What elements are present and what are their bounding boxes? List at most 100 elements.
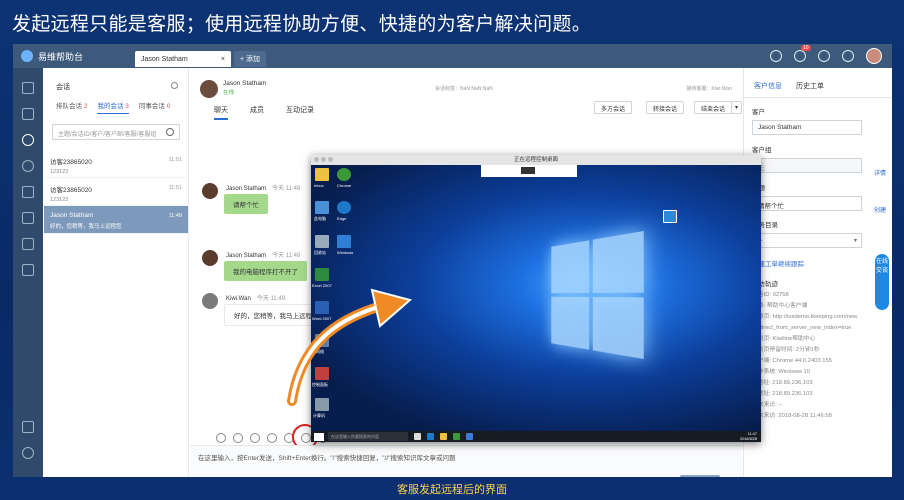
create-ticket-link[interactable]: 创建工单继续跟踪 [752,258,892,268]
tab-close-icon[interactable]: × [221,56,225,63]
list-item-selected[interactable]: Jason Statham 好的，您稍等，我马上远程您 11:49 [44,206,188,234]
minimize-icon [321,157,326,162]
edge-icon[interactable] [427,433,434,440]
brand-name: 易维帮助台 [38,51,84,62]
recycle-bin-icon[interactable] [315,235,329,248]
tab-jason-statham[interactable]: Jason Statham × [135,51,231,67]
detail-link[interactable]: 详情 [874,168,886,177]
avatar [200,80,218,98]
session-panel-title: 会话 [56,84,70,91]
user-avatar[interactable] [866,48,882,64]
chat-icon[interactable] [22,134,34,146]
session-tabs: 排队会话 2 我的会话 3 同事会话 0 [44,92,188,114]
close-icon [314,157,319,162]
end-session-button[interactable]: 结束会话 [694,101,733,114]
windows-icon[interactable] [337,235,351,248]
tab-interactions[interactable]: 互动记录 [286,105,314,120]
remote-desktop-window[interactable]: 正在远程控制桌面 Inbox Chrome 此电脑 Edge 回收站 Windo… [311,155,761,442]
customer-field[interactable]: Jason Statham [752,120,862,135]
windows-logo [551,230,644,360]
users-icon[interactable] [22,186,34,198]
visit-title: 来访轨迹 [752,281,778,288]
folder-icon[interactable] [440,433,447,440]
online-chat-button[interactable]: 在线交谈 [875,254,889,310]
multi-party-button[interactable]: 多方会话 [594,101,633,114]
app-icon[interactable] [663,210,677,223]
pc-icon[interactable] [315,398,329,411]
customer-tabs: 客户信息 历史工单 [744,68,892,98]
phone-icon[interactable] [842,50,854,62]
list-item[interactable]: 访客23865020 123123 11:51 [44,178,188,206]
tab-label: Jason Statham [141,55,188,63]
left-nav [13,68,43,477]
app-window: 易维帮助台 Jason Statham × + 添加 10 会话 排队会话 2 [13,44,892,477]
gear-icon[interactable] [22,447,34,459]
remote-control-bar [481,165,577,177]
search-icon[interactable] [770,50,782,62]
session-tag: 会话标签：NaN:NaN:NaN [435,86,493,92]
layers-icon[interactable] [22,212,34,224]
attachment-icon[interactable] [216,433,226,443]
video-icon[interactable] [267,433,277,443]
avatar [202,293,218,309]
taskbar-search-input[interactable]: 在这里输入你要搜索的内容 [328,432,408,441]
chrome-icon[interactable] [337,168,351,181]
agent-name: 接待客服：Kiwi.Wan [686,86,732,92]
tab-queue[interactable]: 排队会话 2 [56,100,87,114]
download-icon[interactable] [22,238,34,250]
category-select[interactable]: --▾ [752,233,862,248]
customer-panel: 客户信息 历史工单 客户 Jason Statham 详情 客户组 无 创建 主… [743,68,892,477]
task-view-icon[interactable] [414,433,421,440]
tab-customer-info[interactable]: 客户信息 [754,81,782,97]
status-badge: 在线 [223,90,235,96]
word-icon[interactable] [315,301,329,314]
remote-desktop[interactable]: Inbox Chrome 此电脑 Edge 回收站 Windows Excel … [311,165,761,431]
book-icon[interactable] [22,264,34,276]
caption: 客服发起远程后的界面 [397,483,507,496]
refresh-icon[interactable] [171,82,178,89]
computer-icon[interactable] [315,201,329,214]
chevron-down-icon: ▾ [853,238,857,244]
subject-field[interactable]: 请帮个忙 [752,196,862,211]
tab-history-tickets[interactable]: 历史工单 [796,81,824,97]
brand: 易维帮助台 [13,50,133,63]
more-dropdown[interactable]: ▾ [731,101,743,114]
transfer-button[interactable]: 转接会话 [646,101,685,114]
list-item[interactable]: 访客23865020 123123 11:51 [44,150,188,178]
create-group-link[interactable]: 创建 [874,205,886,214]
windows-start-icon[interactable] [314,432,324,441]
title-bar: 易维帮助台 Jason Statham × + 添加 10 [13,44,892,68]
reply-button[interactable]: 回复 [680,475,720,477]
tab-my-sessions[interactable]: 我的会话 3 [97,100,129,114]
screenshot-icon[interactable] [250,433,260,443]
edge-icon[interactable] [337,201,351,214]
group-label: 客户组 [752,147,772,154]
chrome-icon[interactable] [453,433,460,440]
emoji-icon[interactable] [233,433,243,443]
tab-chat[interactable]: 聊天 [214,105,228,120]
control-panel-icon[interactable] [315,367,329,380]
app-icon[interactable] [466,433,473,440]
message-icon[interactable]: 10 [794,45,811,62]
home-icon[interactable] [22,82,34,94]
message-input[interactable]: 在这里输入，按Enter发送，Shift+Enter换行。"/"搜索快捷回复，"… [190,445,742,477]
network-icon[interactable] [315,334,329,347]
subject-label: 主题 [752,182,892,192]
session-panel: 会话 排队会话 2 我的会话 3 同事会话 0 主题/会话ID/客户/客户邮/客… [44,68,189,477]
group-field[interactable]: 无 [752,158,862,173]
tab-colleague-sessions[interactable]: 同事会话 0 [139,100,170,114]
desktop-icon[interactable] [315,168,329,181]
search-icon[interactable] [166,128,174,136]
session-search-input[interactable]: 主题/会话ID/客户/客户邮/客服/客服组 [52,124,180,140]
tab-members[interactable]: 成员 [250,105,264,120]
stats-icon[interactable] [22,421,34,433]
category-label: 服务目录 [752,222,778,229]
clock-icon[interactable] [22,160,34,172]
question-icon[interactable] [818,50,830,62]
excel-icon[interactable] [315,268,329,281]
chat-contact-name: Jason Statham [223,80,267,87]
collapse-button[interactable] [521,167,535,174]
titlebar-icons: 10 [770,45,892,64]
add-tab-button[interactable]: + 添加 [234,51,267,67]
ticket-icon[interactable] [22,108,34,120]
